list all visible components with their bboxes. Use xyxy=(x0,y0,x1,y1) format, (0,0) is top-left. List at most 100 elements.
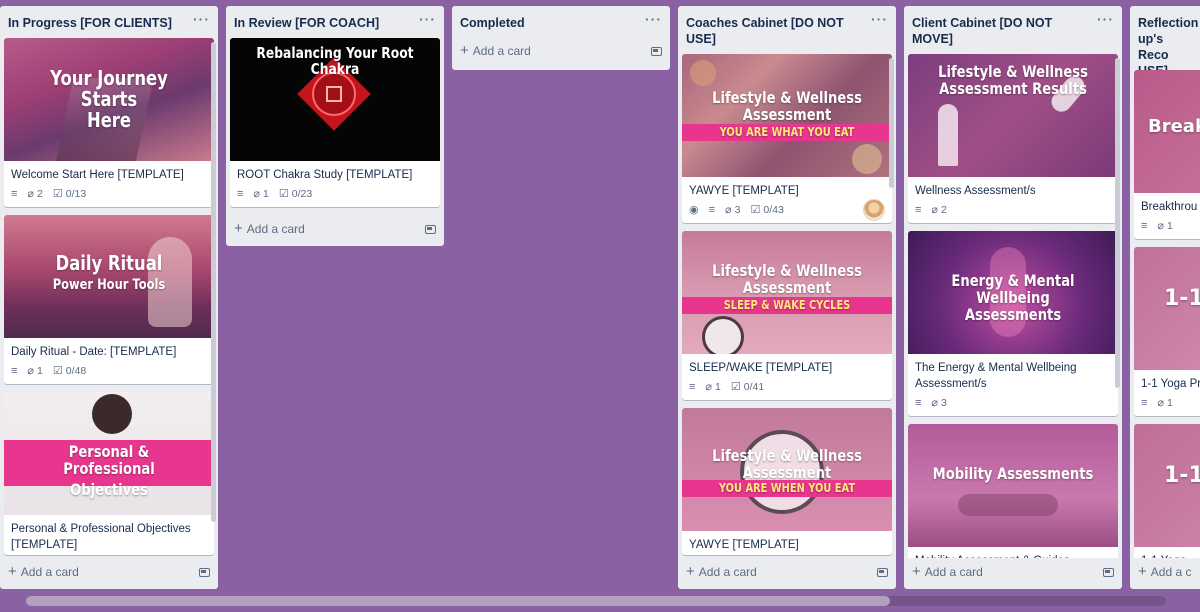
template-icon[interactable] xyxy=(425,224,436,234)
cover-band-text: SLEEP & WAKE CYCLES xyxy=(723,298,851,312)
cover-text: 1-1 xyxy=(1164,286,1200,311)
description-icon: ≡ xyxy=(11,187,18,200)
eye-icon: ◉ xyxy=(689,203,699,216)
list-scrollbar[interactable] xyxy=(1115,58,1120,388)
card[interactable]: Daily Ritual Power Hour Tools Daily Ritu… xyxy=(4,215,214,384)
template-icon[interactable] xyxy=(877,567,888,577)
list-in-review: In Review [FOR COACH] ··· Rebalancing Yo… xyxy=(226,6,444,246)
plus-icon: + xyxy=(234,220,243,237)
list-title[interactable]: Completed ··· xyxy=(452,6,670,36)
card-title: 1-1 Yoga Pr xyxy=(1141,378,1200,390)
cover-text: Your Journey Starts Here xyxy=(50,66,168,132)
list-title[interactable]: In Progress [FOR CLIENTS] ··· xyxy=(0,6,218,36)
card[interactable]: Energy & Mental Wellbeing Assessments Th… xyxy=(908,231,1118,416)
paperclip-icon: ⌀ xyxy=(27,364,35,377)
list-scrollbar[interactable] xyxy=(889,58,894,188)
description-icon: ≡ xyxy=(915,396,922,409)
plus-icon: + xyxy=(1138,563,1147,580)
list-title[interactable]: Coaches Cabinet [DO NOT USE] ··· xyxy=(678,6,896,51)
add-card-button[interactable]: + Add a card xyxy=(904,558,1122,586)
list-in-progress: In Progress [FOR CLIENTS] ··· Your Journ… xyxy=(0,6,218,589)
plus-icon: + xyxy=(8,563,17,580)
card[interactable]: Lifestyle & Wellness Assessment SLEEP & … xyxy=(682,231,892,400)
paperclip-icon: ⌀ xyxy=(705,380,713,393)
paperclip-icon: ⌀ xyxy=(931,203,939,216)
description-icon: ≡ xyxy=(689,380,696,393)
card[interactable]: 1-1 V 1-1 Yoga xyxy=(1134,424,1200,558)
template-icon[interactable] xyxy=(651,46,662,56)
scrollbar-thumb[interactable] xyxy=(26,596,890,606)
ellipsis-icon[interactable]: ··· xyxy=(645,12,662,26)
board-horizontal-scrollbar[interactable] xyxy=(26,596,1166,606)
card[interactable]: Your Journey Starts Here Welcome Start H… xyxy=(4,38,214,207)
paperclip-icon: ⌀ xyxy=(1157,396,1165,409)
card-title: The Energy & Mental Wellbeing Assessment… xyxy=(915,362,1077,390)
card[interactable]: Personal & Professional Objectives Perso… xyxy=(4,392,214,555)
cover-text: Energy & Mental Wellbeing Assessments xyxy=(951,271,1075,324)
description-icon: ≡ xyxy=(915,203,922,216)
ellipsis-icon[interactable]: ··· xyxy=(193,12,210,26)
cover-text: Lifestyle & Wellness Assessment xyxy=(712,261,862,297)
paperclip-icon: ⌀ xyxy=(27,187,35,200)
plus-icon: + xyxy=(460,42,469,59)
card[interactable]: Mobility Assessments Mobility Assessment… xyxy=(908,424,1118,558)
card[interactable]: Lifestyle & Wellness Assessment YOU ARE … xyxy=(682,54,892,223)
card-title: ROOT Chakra Study [TEMPLATE] xyxy=(237,169,413,181)
plus-icon: + xyxy=(686,563,695,580)
plus-icon: + xyxy=(912,563,921,580)
list-client-cabinet: Client Cabinet [DO NOT MOVE] ··· Lifesty… xyxy=(904,6,1122,589)
cover-text: Daily Ritual Power Hour Tools xyxy=(52,251,166,293)
card-title: YAWYE [TEMPLATE] xyxy=(689,185,799,197)
cover-text: Personal & Professional Objectives xyxy=(63,442,155,499)
ellipsis-icon[interactable]: ··· xyxy=(871,12,888,26)
add-card-button[interactable]: + Add a c xyxy=(1130,558,1200,586)
card-title: Daily Ritual - Date: [TEMPLATE] xyxy=(11,346,177,358)
list-coaches-cabinet: Coaches Cabinet [DO NOT USE] ··· Lifesty… xyxy=(678,6,896,589)
card[interactable]: Breakt Breakthrou ≡ ⌀1 xyxy=(1134,70,1200,239)
add-card-button[interactable]: + Add a card xyxy=(678,558,896,586)
ellipsis-icon[interactable]: ··· xyxy=(1097,12,1114,26)
cover-text: 1-1 V xyxy=(1164,463,1200,488)
add-card-button[interactable]: + Add a card xyxy=(0,558,218,586)
description-icon: ≡ xyxy=(1141,219,1148,232)
template-icon[interactable] xyxy=(199,567,210,577)
add-card-button[interactable]: + Add a card xyxy=(452,37,670,65)
description-icon: ≡ xyxy=(237,187,244,200)
paperclip-icon: ⌀ xyxy=(1157,219,1165,232)
cover-text: Breakt xyxy=(1148,116,1200,137)
list-title[interactable]: In Review [FOR COACH] ··· xyxy=(226,6,444,36)
list-scrollbar[interactable] xyxy=(211,42,216,522)
avatar[interactable] xyxy=(863,199,885,221)
paperclip-icon: ⌀ xyxy=(931,396,939,409)
card-title: 1-1 Yoga xyxy=(1134,547,1200,558)
template-icon[interactable] xyxy=(1103,567,1114,577)
card[interactable]: Lifestyle & Wellness Assessment Results … xyxy=(908,54,1118,223)
list-title[interactable]: Client Cabinet [DO NOT MOVE] ··· xyxy=(904,6,1122,51)
card-title: Welcome Start Here [TEMPLATE] xyxy=(11,169,184,181)
cover-text: Lifestyle & Wellness Assessment xyxy=(712,88,862,124)
cover-text: Rebalancing Your Root Chakra xyxy=(256,44,414,78)
card-title: SLEEP/WAKE [TEMPLATE] xyxy=(689,362,833,374)
description-icon: ≡ xyxy=(708,203,716,216)
description-icon: ≡ xyxy=(11,364,18,377)
card-title: Wellness Assessment/s xyxy=(915,185,1036,197)
paperclip-icon: ⌀ xyxy=(253,187,261,200)
checklist-icon: ☑ xyxy=(730,380,741,393)
card-title: Personal & Professional Objectives [TEMP… xyxy=(11,523,191,551)
card[interactable]: Rebalancing Your Root Chakra ROOT Chakra… xyxy=(230,38,440,207)
add-card-button[interactable]: + Add a card xyxy=(226,215,444,243)
cover-text: Lifestyle & Wellness Assessment Results xyxy=(938,62,1088,98)
cover-text: Lifestyle & Wellness Assessment xyxy=(712,446,862,482)
card[interactable]: Lifestyle & Wellness Assessment YOU ARE … xyxy=(682,408,892,555)
checklist-icon: ☑ xyxy=(52,364,63,377)
description-icon: ≡ xyxy=(1141,396,1148,409)
checklist-icon: ☑ xyxy=(278,187,289,200)
checklist-icon: ☑ xyxy=(52,187,63,200)
list-completed: Completed ··· + Add a card xyxy=(452,6,670,70)
card-title: YAWYE [TEMPLATE] xyxy=(689,539,799,551)
board: In Progress [FOR CLIENTS] ··· Your Journ… xyxy=(0,0,1200,596)
card[interactable]: 1-1 1-1 Yoga Pr ≡ ⌀ 1 xyxy=(1134,247,1200,416)
cover-text: Mobility Assessments xyxy=(932,464,1094,483)
card-title: Mobility Assessment & Guides xyxy=(908,547,1118,558)
ellipsis-icon[interactable]: ··· xyxy=(419,12,436,26)
